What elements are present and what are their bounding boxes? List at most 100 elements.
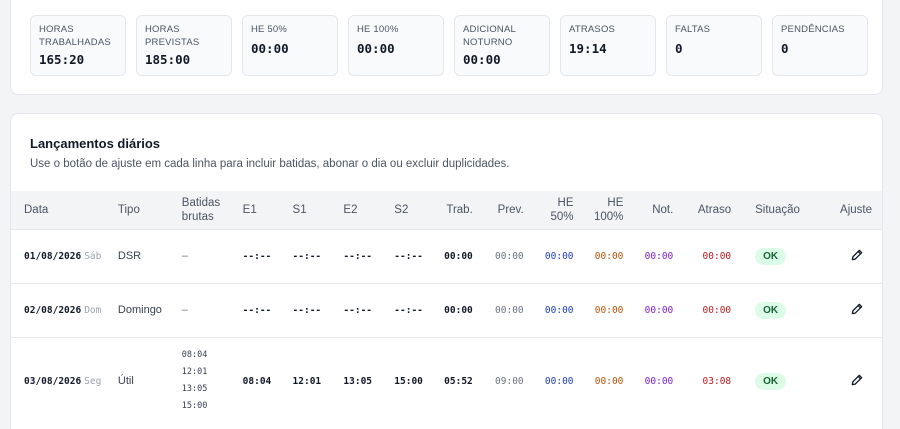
pencil-icon[interactable] (850, 373, 864, 387)
cell-ajuste (812, 228, 882, 283)
stat-he-100: HE 100% 00:00 (348, 15, 444, 76)
status-badge: OK (755, 372, 787, 390)
daily-entries-table: Data Tipo Batidas brutas E1 S1 E2 S2 Trab… (11, 191, 882, 425)
summary-card: HORAS TRABALHADAS 165:20 HORAS PREVISTAS 1… (10, 0, 883, 95)
stat-value: 165:20 (39, 52, 85, 67)
cell-batidas: – (181, 228, 243, 283)
stat-value: 0 (675, 41, 683, 56)
status-badge: OK (755, 247, 787, 265)
col-he100: HE 100% (593, 196, 624, 223)
status-badge: OK (755, 301, 787, 319)
cell-batidas: – (181, 282, 243, 337)
cell-s2: --:-- (394, 228, 445, 283)
col-data: Data (24, 203, 49, 216)
pencil-icon[interactable] (850, 248, 864, 262)
stat-label: HORAS PREVISTAS (145, 24, 200, 48)
cell-date: 03/08/2026 Seg (11, 336, 118, 425)
cell-he100: 00:00 (573, 282, 624, 337)
batidas-list: 08:04 12:01 13:05 15:00 (181, 350, 208, 412)
cell-tipo: Domingo (117, 282, 182, 337)
col-situacao: Situação (755, 203, 800, 216)
stat-value: 0 (781, 41, 789, 56)
col-trab: Trab. (446, 203, 473, 216)
cell-situacao: OK (731, 228, 813, 283)
summary-stats: HORAS TRABALHADAS 165:20 HORAS PREVISTAS 1… (30, 15, 868, 76)
section-subtitle: Use o botão de ajuste em cada linha para… (30, 158, 510, 170)
cell-prev: 00:00 (472, 228, 524, 283)
col-batidas: Batidas brutas (181, 196, 221, 223)
cell-he50: 00:00 (523, 336, 574, 425)
cell-atraso: 00:00 (673, 228, 732, 283)
cell-he50: 00:00 (523, 282, 574, 337)
cell-s2: --:-- (394, 282, 445, 337)
col-s2: S2 (394, 203, 409, 216)
stat-label: HE 50% (251, 24, 288, 35)
cell-e1: 08:04 (242, 336, 293, 425)
stat-adicional-noturno: ADICIONAL NOTURNO 00:00 (454, 15, 550, 76)
stat-value: 00:00 (463, 52, 501, 67)
cell-ajuste (812, 282, 882, 337)
stat-value: 19:14 (569, 41, 607, 56)
cell-trab: 00:00 (444, 282, 473, 337)
stat-pendencias: PENDÊNCIAS 0 (772, 15, 868, 76)
section-title: Lançamentos diários (30, 136, 161, 151)
cell-prev: 09:00 (472, 336, 524, 425)
col-not: Not. (652, 203, 674, 216)
table-row: 03/08/2026 Seg Útil 08:04 12:01 13:05 15:… (11, 336, 882, 425)
stat-label: ADICIONAL NOTURNO (463, 24, 517, 48)
col-atraso: Atraso (697, 203, 732, 216)
col-prev: Prev. (497, 203, 524, 216)
col-e1: E1 (242, 203, 257, 216)
cell-s1: --:-- (292, 228, 344, 283)
col-e2: E2 (343, 203, 358, 216)
cell-situacao: OK (731, 282, 813, 337)
stat-label: HE 100% (357, 24, 399, 35)
cell-not: 00:00 (623, 282, 674, 337)
col-ajuste: Ajuste (840, 203, 872, 216)
table-row: 01/08/2026 Sáb DSR – --:-- --:-- --:-- --… (11, 228, 882, 283)
cell-e1: --:-- (242, 228, 293, 283)
stat-label: FALTAS (675, 24, 711, 35)
stat-faltas: FALTAS 0 (666, 15, 762, 76)
stat-value: 00:00 (357, 41, 395, 56)
cell-e2: 13:05 (343, 336, 395, 425)
cell-not: 00:00 (623, 336, 674, 425)
stat-value: 185:00 (145, 52, 191, 67)
cell-trab: 05:52 (444, 336, 473, 425)
cell-e1: --:-- (242, 282, 293, 337)
cell-e2: --:-- (343, 228, 395, 283)
stat-horas-trabalhadas: HORAS TRABALHADAS 165:20 (30, 15, 126, 76)
cell-prev: 00:00 (472, 282, 524, 337)
cell-tipo: DSR (117, 228, 182, 283)
stat-label: HORAS TRABALHADAS (39, 24, 111, 48)
cell-he100: 00:00 (573, 228, 624, 283)
cell-batidas: 08:04 12:01 13:05 15:00 (181, 336, 243, 425)
table-header-row: Data Tipo Batidas brutas E1 S1 E2 S2 Trab… (11, 191, 882, 229)
col-s1: S1 (292, 203, 307, 216)
cell-situacao: OK (731, 336, 813, 425)
cell-atraso: 00:00 (673, 282, 732, 337)
cell-not: 00:00 (623, 228, 674, 283)
cell-atraso: 03:08 (673, 336, 732, 425)
col-he50: HE 50% (550, 196, 574, 223)
stat-horas-previstas: HORAS PREVISTAS 185:00 (136, 15, 232, 76)
cell-s1: --:-- (292, 282, 344, 337)
cell-he50: 00:00 (523, 228, 574, 283)
stat-label: ATRASOS (569, 24, 616, 35)
cell-date: 01/08/2026 Sáb (11, 228, 118, 283)
table-row: 02/08/2026 Dom Domingo – --:-- --:-- --:-… (11, 282, 882, 337)
stat-value: 00:00 (251, 41, 289, 56)
stat-atrasos: ATRASOS 19:14 (560, 15, 656, 76)
cell-tipo: Útil (117, 336, 182, 425)
daily-entries-card: Lançamentos diários Use o botão de ajust… (10, 113, 883, 429)
cell-trab: 00:00 (444, 228, 473, 283)
stat-he-50: HE 50% 00:00 (242, 15, 338, 76)
stat-label: PENDÊNCIAS (781, 24, 845, 35)
cell-s1: 12:01 (292, 336, 344, 425)
cell-e2: --:-- (343, 282, 395, 337)
cell-he100: 00:00 (573, 336, 624, 425)
cell-s2: 15:00 (394, 336, 445, 425)
cell-ajuste (812, 336, 882, 425)
pencil-icon[interactable] (850, 302, 864, 316)
cell-date: 02/08/2026 Dom (11, 282, 118, 337)
